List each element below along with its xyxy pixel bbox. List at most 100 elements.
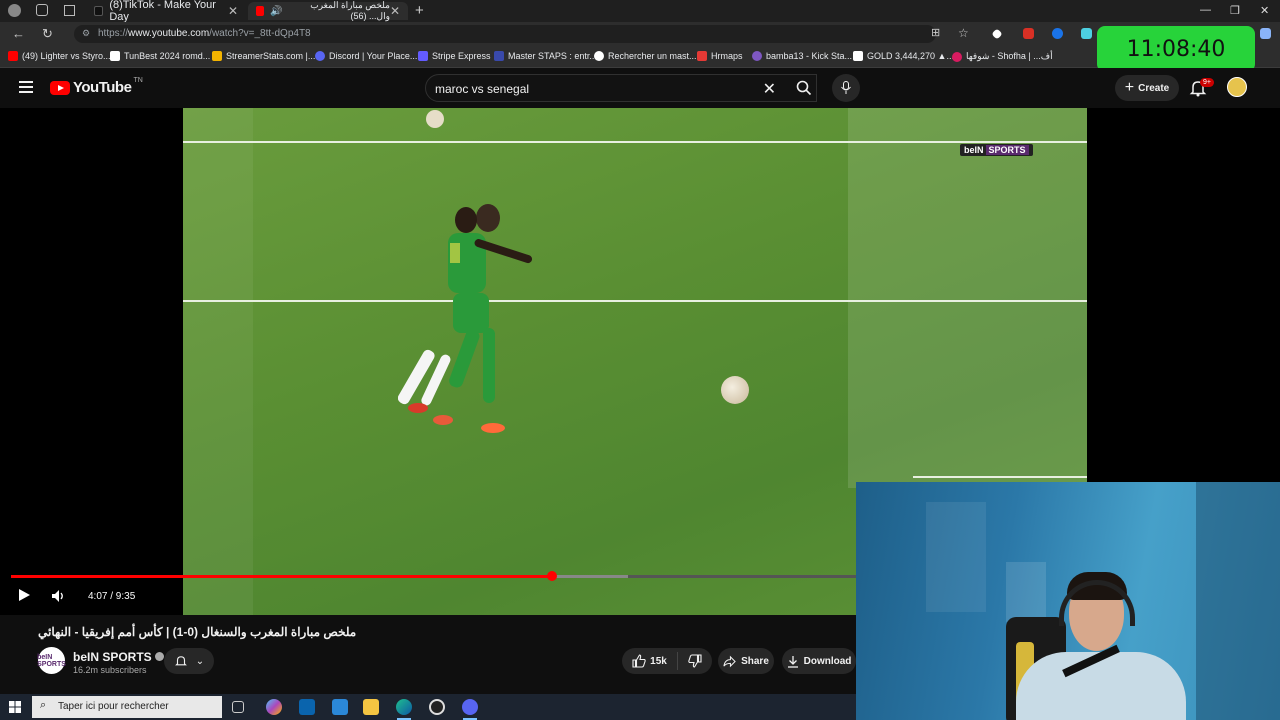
download-button[interactable]: Download <box>782 648 856 674</box>
copilot-icon[interactable] <box>266 699 282 715</box>
menu-icon[interactable] <box>19 81 33 93</box>
bookmark-label: Rechercher un mast... <box>608 51 697 61</box>
windows-start-icon[interactable] <box>9 701 21 713</box>
bookmark-item[interactable]: StreamerStats.com |... <box>212 51 315 61</box>
bookmark-star-icon[interactable]: ☆ <box>958 26 969 40</box>
create-label: Create <box>1138 82 1170 94</box>
share-button[interactable]: Share <box>718 648 774 674</box>
bookmark-item[interactable]: GOLD 3,444,270 ▲... <box>853 51 954 61</box>
extension-icon[interactable] <box>1081 28 1092 39</box>
share-icon <box>723 655 736 667</box>
bookmark-item[interactable]: Hrmaps <box>697 51 743 61</box>
bookmark-item[interactable]: Master STAPS : entr... <box>494 51 597 61</box>
url-path: /watch?v=_8tt-dQp4T8 <box>209 28 311 39</box>
time-display: 4:07 / 9:35 <box>88 591 136 602</box>
broadcaster-mark: beIN <box>964 145 984 155</box>
bookmark-item[interactable]: Stripe Express <box>418 51 491 61</box>
file-explorer-icon[interactable] <box>363 699 379 715</box>
youtube-icon <box>8 51 18 61</box>
extension-icon[interactable] <box>1052 28 1063 39</box>
back-icon[interactable]: ← <box>12 26 25 41</box>
page-icon <box>952 51 962 62</box>
youtube-logo[interactable]: YouTube TN <box>50 77 143 96</box>
bookmark-item[interactable]: (49) Lighter vs Styro... <box>8 51 111 61</box>
create-button[interactable]: + Create <box>1115 75 1179 101</box>
voice-search-button[interactable] <box>832 74 860 102</box>
youtube-play-icon <box>50 80 70 95</box>
channel-name[interactable]: beIN SPORTS <box>73 650 164 664</box>
bookmark-label: أف... | Shofha - شوفها <box>966 51 1053 61</box>
close-tab-icon[interactable]: ✕ <box>390 4 400 18</box>
extension-icon[interactable] <box>1023 28 1034 39</box>
logo-text: YouTube <box>73 79 132 96</box>
page-icon <box>110 51 120 61</box>
close-window-icon[interactable]: ✕ <box>1260 4 1269 17</box>
close-tab-icon[interactable]: ✕ <box>228 4 238 18</box>
kick-icon <box>752 51 762 61</box>
obs-icon[interactable] <box>429 699 445 715</box>
bookmark-item[interactable]: أف... | Shofha - شوفها <box>952 51 1053 62</box>
plus-icon: + <box>1124 79 1135 96</box>
search-icon: ⌕ <box>40 699 47 711</box>
discord-icon <box>315 51 325 61</box>
stats-icon <box>212 51 222 61</box>
audio-icon[interactable]: 🔊 <box>270 6 282 17</box>
volume-icon[interactable] <box>51 589 65 603</box>
scrubber-handle[interactable] <box>546 571 557 581</box>
broadcaster-logo: beIN SPORTS <box>960 144 1033 156</box>
edge-icon[interactable] <box>396 699 412 715</box>
profile-icon[interactable] <box>8 4 21 17</box>
channel-avatar[interactable]: beIN SPORTS <box>37 647 66 674</box>
search-input[interactable]: maroc vs senegal ✕ <box>425 74 817 102</box>
reload-icon[interactable]: ↻ <box>42 26 53 42</box>
clear-search-icon[interactable]: ✕ <box>763 79 776 99</box>
search-button[interactable] <box>786 74 822 102</box>
tab-tiktok[interactable]: (8)TikTok - Make Your Day ✕ <box>86 0 246 23</box>
new-tab-button[interactable]: + <box>415 2 424 19</box>
bookmark-label: bamba13 - Kick Sta... <box>766 51 853 61</box>
store-icon[interactable] <box>332 699 348 715</box>
channel-name-text: beIN SPORTS <box>73 650 152 664</box>
bookmark-item[interactable]: Discord | Your Place... <box>315 51 417 61</box>
tab-actions-icon[interactable] <box>64 5 75 16</box>
extension-icon[interactable] <box>991 28 1003 40</box>
bookmark-item[interactable]: TunBest 2024 romd... <box>110 51 210 61</box>
url-prefix: https:// <box>98 28 129 39</box>
task-view-icon[interactable] <box>232 701 244 713</box>
like-button[interactable]: 15k <box>622 652 678 670</box>
stripe-icon <box>418 51 428 61</box>
site-info-icon[interactable]: ⚙ <box>82 28 90 39</box>
streamer-body <box>1016 652 1186 720</box>
bookmark-label: (49) Lighter vs Styro... <box>22 51 111 61</box>
microphone-icon <box>841 81 851 94</box>
bookmark-item[interactable]: Rechercher un mast... <box>594 51 697 61</box>
outlook-icon[interactable] <box>299 699 315 715</box>
windows-taskbar: ⌕ Taper ici pour rechercher <box>0 694 856 720</box>
like-dislike-group: 15k <box>622 648 712 674</box>
logo-region: TN <box>133 77 143 84</box>
play-icon[interactable] <box>17 588 31 602</box>
url-field[interactable]: ⚙ https://www.youtube.com/watch?v=_8tt-d… <box>74 25 936 43</box>
clock-overlay: 11:08:40 <box>1097 26 1255 72</box>
soccer-ball <box>721 376 749 404</box>
account-avatar[interactable] <box>1227 77 1247 97</box>
taskbar-search-input[interactable]: ⌕ Taper ici pour rechercher <box>32 696 222 718</box>
bell-icon <box>174 656 187 666</box>
extension-icon[interactable] <box>1260 28 1271 39</box>
workspaces-icon[interactable] <box>36 4 48 16</box>
bookmark-item[interactable]: bamba13 - Kick Sta... <box>752 51 852 61</box>
restore-icon[interactable]: ❐ <box>1230 4 1240 17</box>
bookmark-label: Discord | Your Place... <box>329 51 418 61</box>
subscription-notifications-button[interactable]: ⌄ <box>164 648 214 674</box>
install-app-icon[interactable]: ⊞ <box>931 26 940 39</box>
discord-icon[interactable] <box>462 699 478 715</box>
tab-youtube[interactable]: 🔊 ملخص مباراة المغرب وال... (56) ✕ <box>248 0 408 21</box>
minimize-icon[interactable]: — <box>1200 4 1211 16</box>
address-bar-row: ← ↻ ⚙ https://www.youtube.com/watch?v=_8… <box>0 22 1280 46</box>
dislike-button[interactable] <box>678 654 712 668</box>
tab-title: ملخص مباراة المغرب وال... (56) <box>310 0 390 21</box>
tradingview-icon <box>853 51 863 61</box>
progress-bar[interactable] <box>11 571 856 581</box>
player-figures <box>398 204 533 433</box>
search-icon <box>796 80 812 96</box>
